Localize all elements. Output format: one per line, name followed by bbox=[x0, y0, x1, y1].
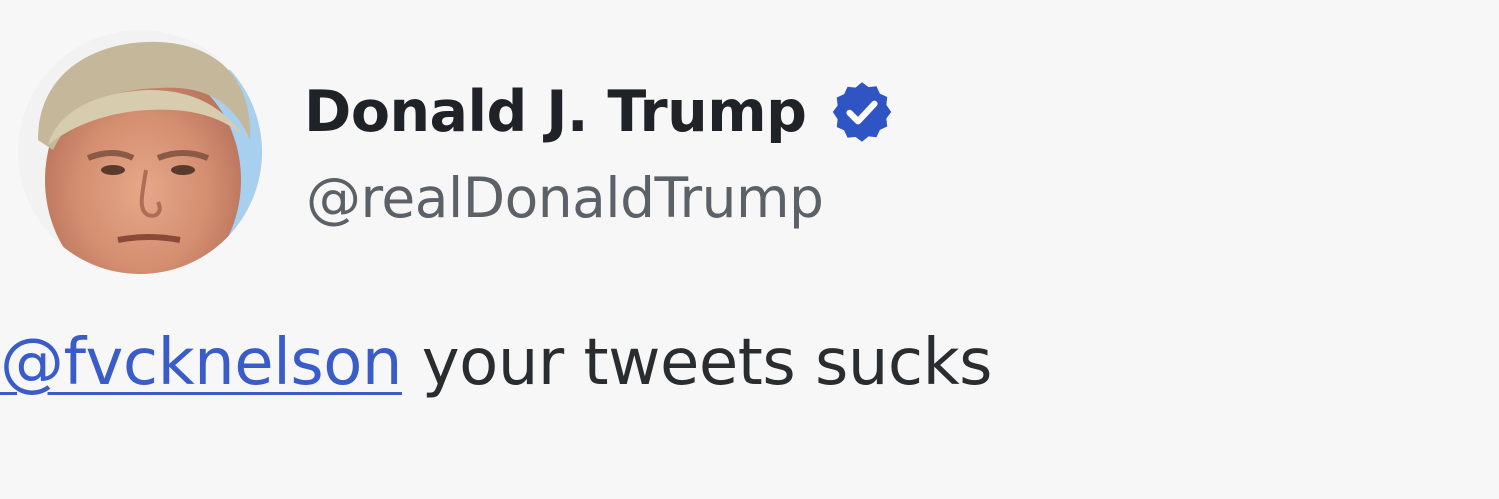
tweet-body: @fvcknelson your tweets sucks bbox=[0, 326, 993, 400]
profile-avatar[interactable] bbox=[18, 30, 262, 274]
verified-badge-icon bbox=[828, 78, 896, 146]
avatar-photo bbox=[18, 30, 262, 274]
user-handle[interactable]: @realDonaldTrump bbox=[306, 166, 824, 230]
tweet-card: Donald J. Trump @realDonaldTrump @fvckne… bbox=[0, 0, 1499, 499]
tweet-body-text: your tweets sucks bbox=[401, 326, 993, 400]
mention-link[interactable]: @fvcknelson bbox=[0, 326, 402, 400]
display-name-row: Donald J. Trump bbox=[304, 76, 896, 148]
display-name[interactable]: Donald J. Trump bbox=[304, 79, 807, 145]
